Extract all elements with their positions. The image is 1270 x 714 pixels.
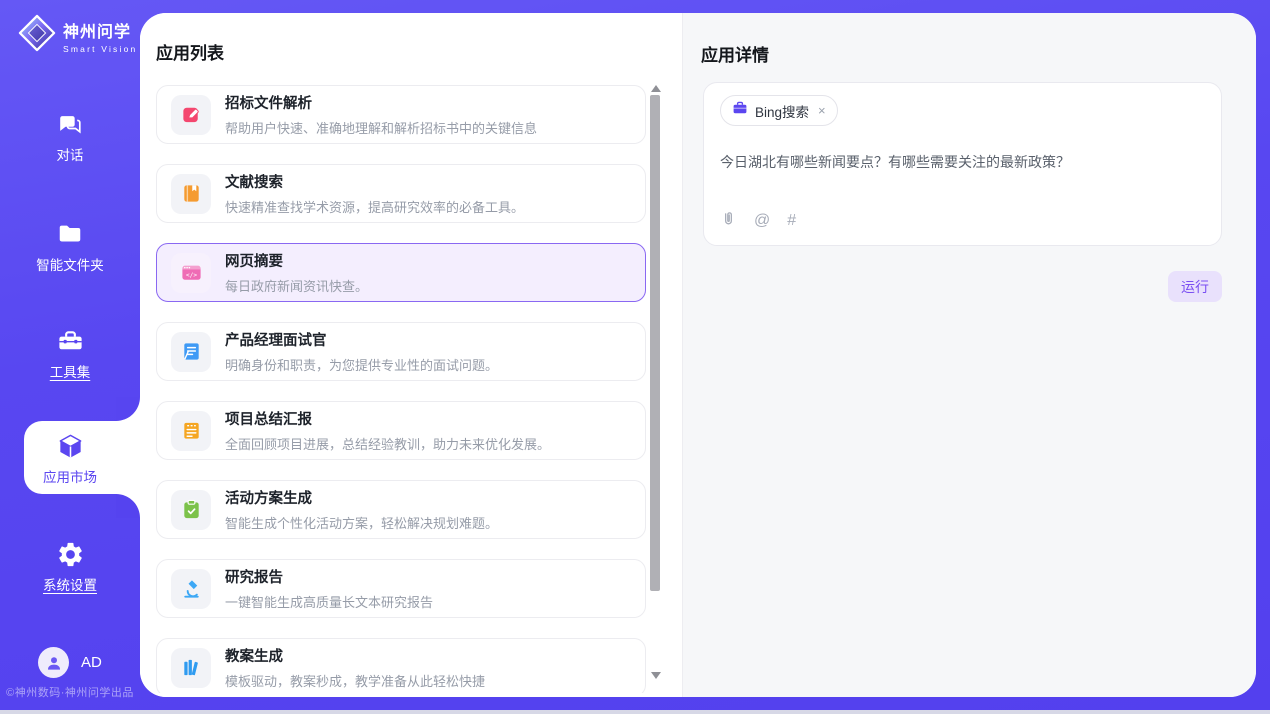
sidebar-item-settings[interactable]: 系统设置 xyxy=(0,540,140,595)
toolbox-icon xyxy=(0,327,140,357)
app-card[interactable]: 项目总结汇报 全面回顾项目进展，总结经验教训，助力未来优化发展。 xyxy=(156,401,646,460)
app-card-title: 活动方案生成 xyxy=(225,487,498,508)
folder-icon xyxy=(0,220,140,250)
app-card-title: 招标文件解析 xyxy=(225,92,537,113)
tool-chip-bing-search[interactable]: Bing搜索 × xyxy=(720,95,838,126)
clipboard-check-icon xyxy=(171,490,211,530)
app-card-desc: 一键智能生成高质量长文本研究报告 xyxy=(225,592,433,611)
app-card-title: 研究报告 xyxy=(225,566,433,587)
books-icon xyxy=(171,648,211,688)
chat-icon xyxy=(0,110,140,140)
app-card[interactable]: </> 网页摘要 每日政府新闻资讯快查。 xyxy=(156,243,646,302)
chip-close-icon[interactable]: × xyxy=(816,103,826,118)
app-detail-panel: 应用详情 Bing搜索 × 今日湖北有哪些新闻要点？有哪些需要关注的最新政策？ xyxy=(682,13,1256,697)
bubble-corner-top xyxy=(116,397,140,421)
app-card-title: 产品经理面试官 xyxy=(225,329,498,350)
app-card-desc: 帮助用户快速、准确地理解和解析招标书中的关键信息 xyxy=(225,118,537,137)
app-list-title: 应用列表 xyxy=(156,39,224,64)
brand-logo: 神州问学 Smart Vision xyxy=(18,14,137,57)
brand-diamond-icon xyxy=(18,14,56,57)
attachment-icon[interactable] xyxy=(720,210,737,232)
edit-icon xyxy=(171,95,211,135)
app-card-desc: 模板驱动，教案秒成，教学准备从此轻松快捷 xyxy=(225,671,485,690)
window-bottom-edge xyxy=(0,710,1270,714)
avatar xyxy=(38,647,69,678)
app-card-title: 教案生成 xyxy=(225,645,485,666)
brand-name: 神州问学 xyxy=(63,18,137,42)
composer-card[interactable]: Bing搜索 × 今日湖北有哪些新闻要点？有哪些需要关注的最新政策？ @ # xyxy=(703,82,1222,246)
gear-icon xyxy=(0,540,140,570)
app-detail-title: 应用详情 xyxy=(701,41,769,66)
content-frame: 应用列表 招标文件解析 帮助用户快速、准确地理解和解析招标书中的关键信息 文献搜… xyxy=(140,13,1256,697)
scrollbar xyxy=(650,13,662,697)
copyright-footer: ©神州数码·神州问学出品 xyxy=(0,684,140,700)
app-card-desc: 每日政府新闻资讯快查。 xyxy=(225,276,368,295)
app-card-desc: 明确身份和职责，为您提供专业性的面试问题。 xyxy=(225,355,498,374)
run-button[interactable]: 运行 xyxy=(1168,271,1222,302)
sidebar-item-smart-folder[interactable]: 智能文件夹 xyxy=(0,220,140,275)
sidebar-item-toolset[interactable]: 工具集 xyxy=(0,327,140,382)
scrollbar-down-arrow[interactable] xyxy=(651,672,661,679)
sidebar-item-label: 应用市场 xyxy=(43,466,97,486)
composer-toolbar: @ # xyxy=(720,210,796,232)
app-card-desc: 智能生成个性化活动方案，轻松解决规划难题。 xyxy=(225,513,498,532)
tool-chip-label: Bing搜索 xyxy=(755,101,809,121)
svg-text:</>: </> xyxy=(185,272,196,279)
app-card-list: 招标文件解析 帮助用户快速、准确地理解和解析招标书中的关键信息 文献搜索 快速精… xyxy=(156,85,646,693)
sidebar-item-label: 智能文件夹 xyxy=(36,254,104,274)
bubble-corner-bottom xyxy=(116,494,140,518)
scrollbar-up-arrow[interactable] xyxy=(651,85,661,92)
user-profile[interactable]: AD xyxy=(38,647,102,678)
sidebar-item-chat[interactable]: 对话 xyxy=(0,110,140,165)
sidebar: 神州问学 Smart Vision 对话 智能文件夹 xyxy=(0,0,140,714)
app-card[interactable]: 研究报告 一键智能生成高质量长文本研究报告 xyxy=(156,559,646,618)
hashtag-icon[interactable]: # xyxy=(787,213,796,229)
briefcase-icon xyxy=(732,100,748,121)
user-initials: AD xyxy=(81,654,102,671)
app-card[interactable]: 教案生成 模板驱动，教案秒成，教学准备从此轻松快捷 xyxy=(156,638,646,693)
app-list-panel: 应用列表 招标文件解析 帮助用户快速、准确地理解和解析招标书中的关键信息 文献搜… xyxy=(140,13,682,697)
mention-icon[interactable]: @ xyxy=(754,213,770,229)
app-card[interactable]: 活动方案生成 智能生成个性化活动方案，轻松解决规划难题。 xyxy=(156,480,646,539)
app-card[interactable]: 文献搜索 快速精准查找学术资源，提高研究效率的必备工具。 xyxy=(156,164,646,223)
doc-pen-icon xyxy=(171,332,211,372)
app-card-desc: 快速精准查找学术资源，提高研究效率的必备工具。 xyxy=(225,197,524,216)
cube-icon xyxy=(0,432,140,462)
app-card-title: 项目总结汇报 xyxy=(225,408,550,429)
microscope-icon xyxy=(171,569,211,609)
app-card-desc: 全面回顾项目进展，总结经验教训，助力未来优化发展。 xyxy=(225,434,550,453)
app-card[interactable]: 招标文件解析 帮助用户快速、准确地理解和解析招标书中的关键信息 xyxy=(156,85,646,144)
book-icon xyxy=(171,174,211,214)
sidebar-item-label: 系统设置 xyxy=(43,574,97,594)
sidebar-item-app-market[interactable]: 应用市场 xyxy=(0,432,140,487)
brand-subtitle: Smart Vision xyxy=(63,44,137,54)
note-icon xyxy=(171,411,211,451)
browser-code-icon: </> xyxy=(171,253,211,293)
app-card[interactable]: 产品经理面试官 明确身份和职责，为您提供专业性的面试问题。 xyxy=(156,322,646,381)
scrollbar-thumb[interactable] xyxy=(650,95,660,591)
sidebar-item-label: 对话 xyxy=(57,144,84,164)
app-card-title: 文献搜索 xyxy=(225,171,524,192)
prompt-text[interactable]: 今日湖北有哪些新闻要点？有哪些需要关注的最新政策？ xyxy=(720,152,1205,172)
sidebar-item-label: 工具集 xyxy=(50,361,91,381)
app-card-title: 网页摘要 xyxy=(225,250,368,271)
